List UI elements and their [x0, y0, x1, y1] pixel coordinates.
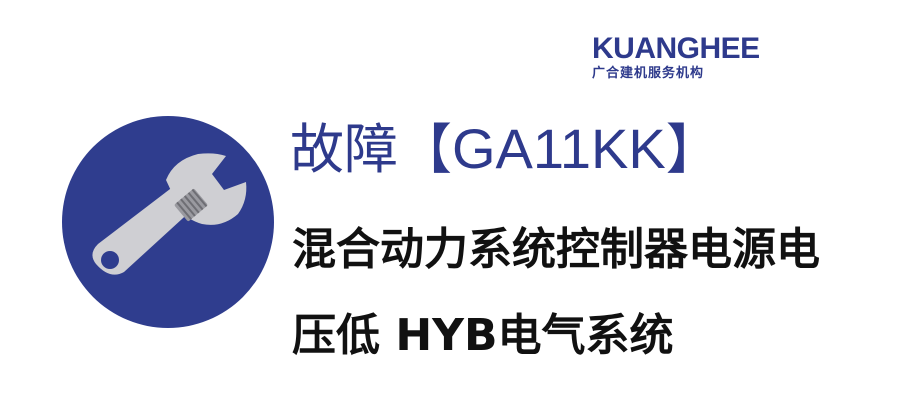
fault-label: 故障	[290, 118, 398, 181]
fault-bracket-close: 】	[665, 118, 720, 181]
fault-description-line2: 压低 HYB电气系统	[292, 310, 674, 361]
brand-logo: KUANGHEE 广合建机服务机构	[592, 34, 802, 82]
fault-code: GA11KK	[452, 117, 666, 180]
brand-tagline: 广合建机服务机构	[592, 66, 705, 81]
fault-description-line1: 混合动力系统控制器电源电	[292, 224, 820, 275]
wrench-badge	[62, 116, 274, 328]
wrench-icon	[62, 116, 274, 328]
fault-bracket-open: 【	[398, 118, 452, 181]
fault-title: 故障【GA11KK】	[290, 114, 720, 184]
brand-name: KUANGHEE	[592, 32, 760, 65]
